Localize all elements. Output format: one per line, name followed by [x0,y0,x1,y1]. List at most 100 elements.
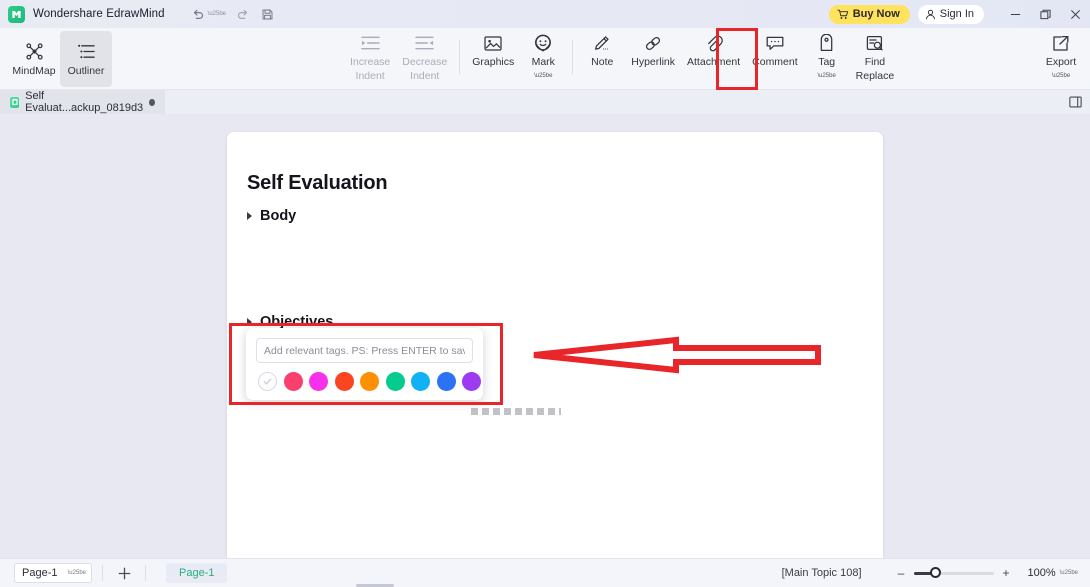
hyperlink-label: Hyperlink [631,56,676,68]
status-separator [102,565,103,581]
save-icon[interactable] [256,4,278,24]
outliner-icon [77,42,96,62]
tab-strip-right [1069,90,1090,114]
zoom-slider[interactable] [913,567,994,578]
document-icon [10,96,20,108]
cart-icon [836,9,849,20]
page-selector-dropdown[interactable]: Page-1 \u25be [14,563,92,583]
find-replace-label-line2: Replace [855,70,895,82]
title-bar: Wondershare EdrawMind \u25be Buy Now Sig… [0,0,1090,28]
ribbon-item-mindmap[interactable]: MindMap [8,31,60,87]
mark-dropdown-caret-icon[interactable]: \u25be [534,72,552,80]
tag-popup-panel[interactable] [246,328,483,400]
redo-icon[interactable] [232,4,254,24]
increase-indent-icon [360,32,380,54]
sign-in-button[interactable]: Sign In [917,4,984,24]
status-bar-right: [Main Topic 108] – + 100% \u25be [782,566,1090,580]
mark-icon [534,32,552,54]
undo-dropdown-caret-icon[interactable]: \u25be [208,11,226,17]
tag-dropdown-caret-icon[interactable]: \u25be [817,72,835,80]
window-controls [1000,0,1090,28]
find-replace-icon [866,32,884,54]
hyperlink-icon [644,32,662,54]
panel-toggle-icon[interactable] [1069,96,1082,108]
attachment-icon [705,32,723,54]
increase-indent-button[interactable]: Increase Indent [344,28,396,86]
decrease-indent-icon [415,32,435,54]
person-icon [925,9,936,20]
attachment-button[interactable]: Attachment [681,28,746,86]
find-replace-button[interactable]: Find Replace [850,28,901,86]
comment-button[interactable]: Comment [746,28,804,86]
export-label: Export [1045,56,1077,68]
zoom-slider-knob[interactable] [929,567,941,578]
quick-access-toolbar: \u25be [187,4,278,24]
tag-color-pink-swatch[interactable] [283,372,303,391]
ribbon-insert-group: Increase Indent Decrease Indent Graphics [344,28,900,90]
tag-color-swatches [258,372,481,391]
comment-icon [766,32,784,54]
zoom-dropdown-caret-icon[interactable]: \u25be [1060,570,1078,576]
find-replace-label-line1: Find [864,56,886,68]
tag-icon [818,32,835,54]
outline-row-body[interactable]: Body [247,208,296,224]
chevron-down-icon: \u25be [67,570,86,576]
mark-label: Mark [531,56,555,68]
tag-button[interactable]: Tag \u25be [804,28,850,86]
attachment-label: Attachment [687,56,741,68]
outline-row-body-label: Body [260,208,297,224]
graphics-label: Graphics [472,56,515,68]
tag-color-none-swatch[interactable] [258,372,277,391]
tag-color-cyan-swatch[interactable] [411,372,430,391]
page-tab-chip[interactable]: Page-1 [166,563,228,583]
tag-color-blue-swatch[interactable] [436,372,456,391]
graphics-button[interactable]: Graphics [466,28,520,86]
document-tab-label: Self Evaluat...ackup_0819d3 [25,90,144,114]
tag-color-magenta-swatch[interactable] [309,372,328,391]
ribbon-item-outliner[interactable]: Outliner [60,31,112,87]
decrease-indent-button[interactable]: Decrease Indent [396,28,453,86]
tag-color-green-swatch[interactable] [385,372,405,391]
buy-now-button[interactable]: Buy Now [828,4,910,24]
tag-color-orange-swatch[interactable] [360,372,379,391]
ribbon-export-group: Export \u25be [1038,28,1084,90]
export-icon [1052,32,1070,54]
decrease-indent-label-line1: Decrease [402,56,448,68]
unsaved-changes-dot [149,98,155,106]
note-button[interactable]: Note [579,28,625,86]
maximize-restore-button[interactable] [1030,0,1060,28]
undo-icon[interactable] [187,4,209,24]
close-button[interactable] [1060,0,1090,28]
tag-color-purple-swatch[interactable] [462,372,481,391]
comment-label: Comment [752,56,798,68]
export-button[interactable]: Export \u25be [1038,28,1084,86]
ribbon-toolbar: MindMap Outliner Increase Indent Decreas… [0,28,1090,90]
zoom-level-label[interactable]: 100% [1028,567,1056,579]
ribbon-item-mindmap-label: MindMap [12,64,56,77]
note-icon [593,32,611,54]
canvas-area[interactable]: Self Evaluation Body Objectives [0,114,1090,558]
tag-color-red-swatch[interactable] [334,372,354,391]
document-tab[interactable]: Self Evaluat...ackup_0819d3 [0,90,165,114]
tag-input[interactable] [256,338,473,363]
title-bar-right: Buy Now Sign In [828,0,1090,28]
tag-label: Tag [818,56,836,68]
edrawmind-logo-icon [8,5,25,23]
add-page-button[interactable] [113,563,135,583]
zoom-out-button[interactable]: – [896,566,907,580]
note-label: Note [591,56,614,68]
collapse-triangle-icon[interactable] [247,318,252,326]
ribbon-view-group: MindMap Outliner [8,28,112,90]
mindmap-icon [25,42,44,62]
zoom-in-button[interactable]: + [1001,566,1012,580]
minimize-button[interactable] [1000,0,1030,28]
ribbon-item-outliner-label: Outliner [67,64,105,77]
obscured-outline-text [471,408,561,415]
status-separator [145,565,146,581]
topic-info-label: [Main Topic 108] [781,567,862,579]
export-dropdown-caret-icon[interactable]: \u25be [1052,72,1070,80]
decrease-indent-label-line2: Indent [410,70,440,82]
mark-button[interactable]: Mark \u25be [520,28,566,86]
collapse-triangle-icon[interactable] [247,212,252,220]
hyperlink-button[interactable]: Hyperlink [625,28,681,86]
